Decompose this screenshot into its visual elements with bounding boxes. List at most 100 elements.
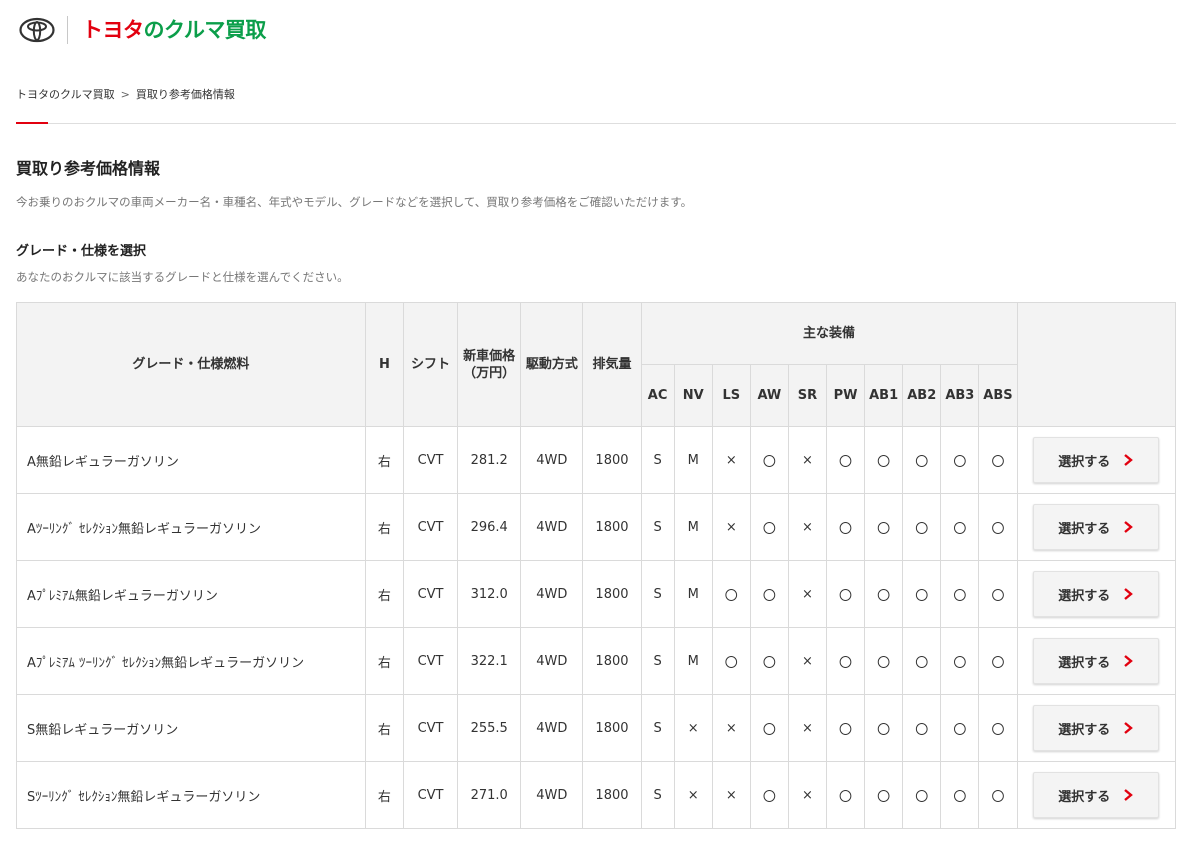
header-action <box>1016 302 1177 427</box>
drive-cell: 4WD <box>520 761 584 829</box>
action-cell: 選択する <box>1016 493 1177 561</box>
select-button-label: 選択する <box>1058 454 1111 470</box>
shift-cell: CVT <box>402 694 459 762</box>
eq-ab3-cell: 〇 <box>940 493 980 561</box>
eq-abs-cell: 〇 <box>978 761 1018 829</box>
eq-abs-cell: 〇 <box>978 694 1018 762</box>
select-button-label: 選択する <box>1058 789 1111 805</box>
table-header-row: グレード・仕様燃料 H シフト 新車価格 （万円） 駆動方式 排気量 主な装備 <box>16 302 1177 427</box>
displacement-cell: 1800 <box>582 627 642 695</box>
chevron-right-icon <box>1124 588 1134 600</box>
table-row: Sﾂｰﾘﾝｸﾞ ｾﾚｸｼｮﾝ無鉛レギュラーガソリン 右 CVT 271.0 4W… <box>16 761 1177 829</box>
eq-ab1-cell: 〇 <box>864 761 904 829</box>
select-button-label: 選択する <box>1058 521 1111 537</box>
chevron-right-icon <box>1124 789 1134 801</box>
shift-cell: CVT <box>402 761 459 829</box>
shift-cell: CVT <box>402 627 459 695</box>
eq-ab2-cell: 〇 <box>902 493 942 561</box>
eq-ab1-cell: 〇 <box>864 694 904 762</box>
header-price-line1: 新車価格 <box>463 348 516 364</box>
header-drive: 駆動方式 <box>520 302 584 427</box>
eq-abs-cell: 〇 <box>978 627 1018 695</box>
eq-pw-cell: 〇 <box>825 493 866 561</box>
chevron-right-icon <box>1124 454 1134 466</box>
price-cell: 271.0 <box>457 761 522 829</box>
handle-cell: 右 <box>364 493 404 561</box>
displacement-cell: 1800 <box>582 761 642 829</box>
eq-aw-cell: 〇 <box>749 761 789 829</box>
action-cell: 選択する <box>1016 426 1177 494</box>
eq-ab3-cell: 〇 <box>940 694 980 762</box>
eq-ls-cell: × <box>711 761 751 829</box>
eq-ac-cell: S <box>640 627 675 695</box>
eq-ls-cell: 〇 <box>711 627 751 695</box>
price-cell: 312.0 <box>457 560 522 628</box>
eq-nv-cell: M <box>673 560 713 628</box>
table-row: Aﾌﾟﾚﾐｱﾑ ﾂｰﾘﾝｸﾞ ｾﾚｸｼｮﾝ無鉛レギュラーガソリン 右 CVT 3… <box>16 627 1177 695</box>
eq-ls-cell: × <box>711 493 751 561</box>
select-button[interactable]: 選択する <box>1033 772 1160 818</box>
action-cell: 選択する <box>1016 694 1177 762</box>
header-eq-ab2: AB2 <box>902 364 942 427</box>
eq-pw-cell: 〇 <box>825 627 866 695</box>
select-button[interactable]: 選択する <box>1033 638 1160 684</box>
header-price-line2: （万円） <box>463 365 516 381</box>
eq-ab1-cell: 〇 <box>864 560 904 628</box>
eq-abs-cell: 〇 <box>978 426 1018 494</box>
eq-ab2-cell: 〇 <box>902 694 942 762</box>
eq-nv-cell: × <box>673 761 713 829</box>
price-cell: 255.5 <box>457 694 522 762</box>
grade-name: Aﾌﾟﾚﾐｱﾑ無鉛レギュラーガソリン <box>16 560 366 628</box>
displacement-cell: 1800 <box>582 560 642 628</box>
select-button[interactable]: 選択する <box>1033 504 1160 550</box>
eq-ab2-cell: 〇 <box>902 560 942 628</box>
eq-ab3-cell: 〇 <box>940 560 980 628</box>
eq-pw-cell: 〇 <box>825 761 866 829</box>
header-eq-ls: LS <box>711 364 751 427</box>
header-displacement: 排気量 <box>582 302 642 427</box>
eq-nv-cell: M <box>673 493 713 561</box>
header-price: 新車価格 （万円） <box>457 302 522 427</box>
handle-cell: 右 <box>364 761 404 829</box>
eq-sr-cell: × <box>787 493 828 561</box>
eq-pw-cell: 〇 <box>825 560 866 628</box>
displacement-cell: 1800 <box>582 493 642 561</box>
eq-abs-cell: 〇 <box>978 493 1018 561</box>
header-shift: シフト <box>402 302 459 427</box>
service-logo-part1: トヨタ <box>82 18 144 42</box>
table-row: Aﾂｰﾘﾝｸﾞ ｾﾚｸｼｮﾝ無鉛レギュラーガソリン 右 CVT 296.4 4W… <box>16 493 1177 561</box>
eq-ls-cell: × <box>711 694 751 762</box>
site-header: トヨタのクルマ買取 <box>0 0 1188 62</box>
shift-cell: CVT <box>402 493 459 561</box>
chevron-right-icon <box>1124 521 1134 533</box>
drive-cell: 4WD <box>520 627 584 695</box>
eq-ab1-cell: 〇 <box>864 493 904 561</box>
breadcrumb-home-link[interactable]: トヨタのクルマ買取 <box>16 88 115 101</box>
eq-ab1-cell: 〇 <box>864 426 904 494</box>
header-grade: グレード・仕様燃料 <box>16 302 366 427</box>
grade-name: A無鉛レギュラーガソリン <box>16 426 366 494</box>
select-button[interactable]: 選択する <box>1033 437 1160 483</box>
handle-cell: 右 <box>364 426 404 494</box>
service-logo-part3: クルマ買取 <box>164 18 266 42</box>
toyota-emblem-icon[interactable] <box>19 17 55 43</box>
breadcrumb-divider <box>16 123 1176 124</box>
table-row: A無鉛レギュラーガソリン 右 CVT 281.2 4WD 1800 S M × … <box>16 426 1177 494</box>
eq-aw-cell: 〇 <box>749 694 789 762</box>
breadcrumb-accent-bar <box>16 122 48 124</box>
price-cell: 296.4 <box>457 493 522 561</box>
eq-ab3-cell: 〇 <box>940 627 980 695</box>
service-logo[interactable]: トヨタのクルマ買取 <box>82 15 266 45</box>
select-button-label: 選択する <box>1058 588 1111 604</box>
eq-sr-cell: × <box>787 426 828 494</box>
table-row: S無鉛レギュラーガソリン 右 CVT 255.5 4WD 1800 S × × … <box>16 694 1177 762</box>
grade-name: Sﾂｰﾘﾝｸﾞ ｾﾚｸｼｮﾝ無鉛レギュラーガソリン <box>16 761 366 829</box>
breadcrumb: トヨタのクルマ買取 > 買取り参考価格情報 <box>16 87 235 103</box>
action-cell: 選択する <box>1016 761 1177 829</box>
eq-ac-cell: S <box>640 694 675 762</box>
header-eq-pw: PW <box>825 364 866 427</box>
select-button[interactable]: 選択する <box>1033 705 1160 751</box>
select-button[interactable]: 選択する <box>1033 571 1160 617</box>
eq-sr-cell: × <box>787 560 828 628</box>
eq-ab3-cell: 〇 <box>940 426 980 494</box>
